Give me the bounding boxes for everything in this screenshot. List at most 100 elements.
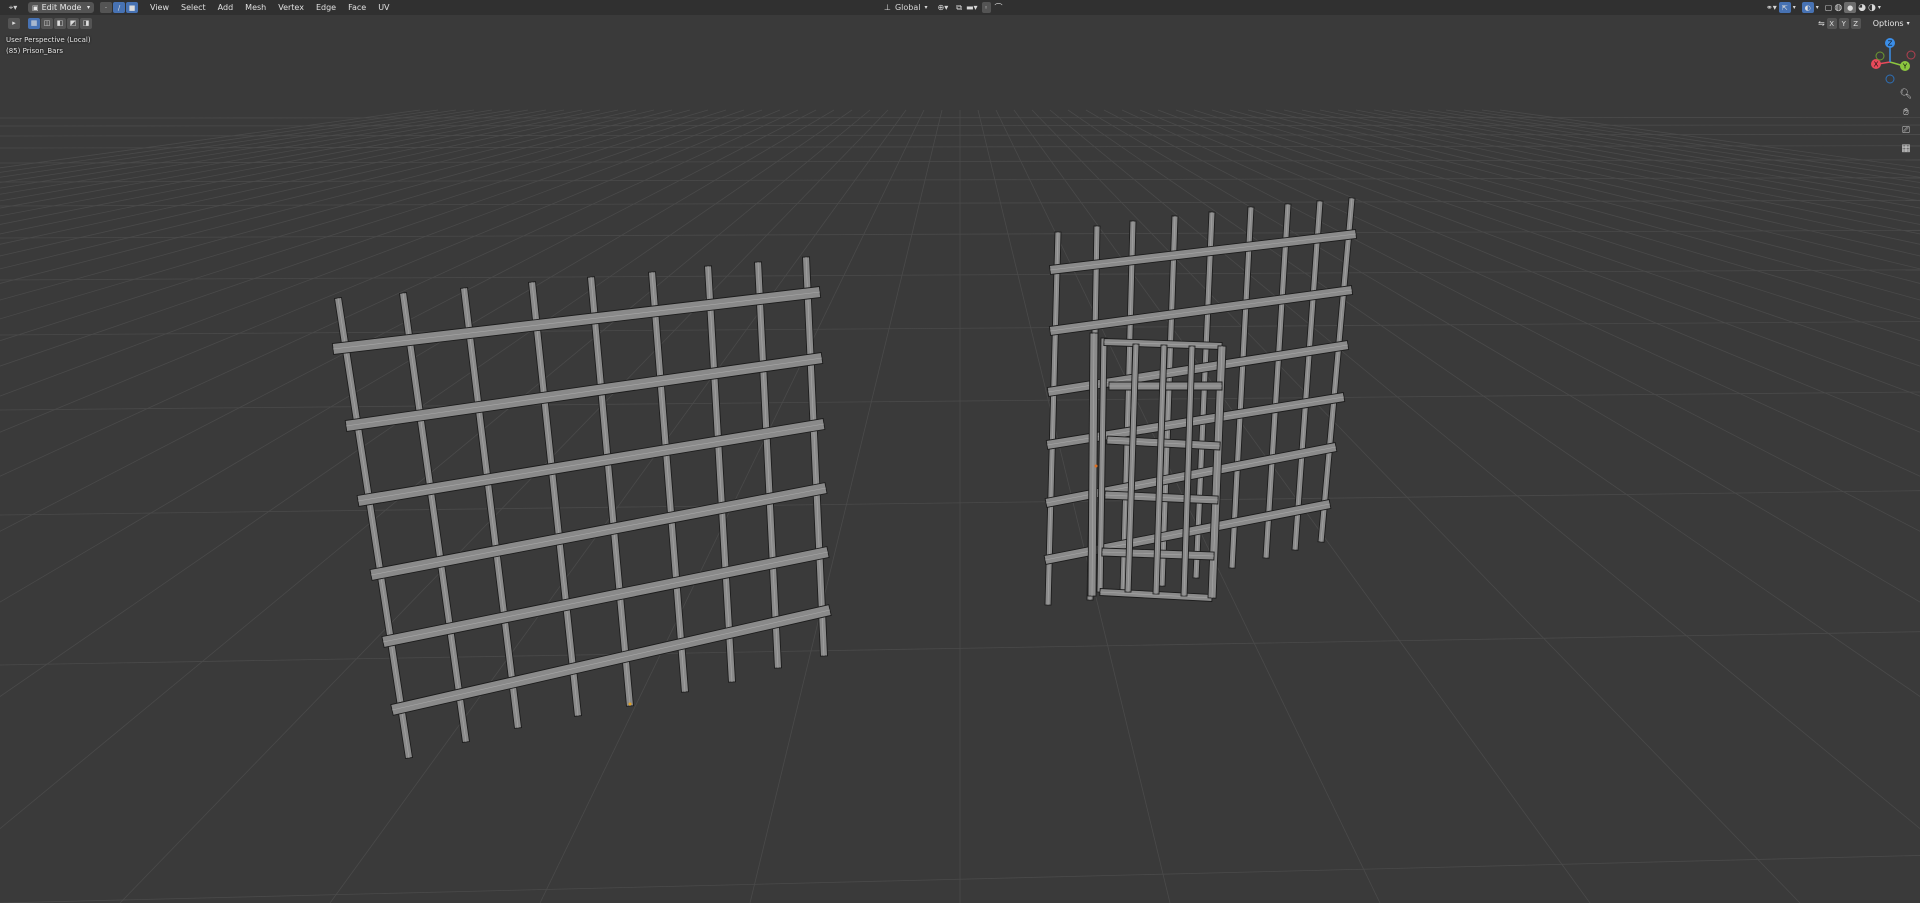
tool-select-icon[interactable]: ▸ [8,17,20,29]
snap-target-icon[interactable]: ▬▾ [966,3,978,12]
grid-line [0,109,601,235]
pivot-point-icon[interactable]: ⊕▾ [938,3,949,12]
pan-hand-icon[interactable]: ✋︎ [1898,104,1914,120]
viewport-scene[interactable] [0,0,1920,903]
selected-vertex [1094,464,1098,468]
menu-face[interactable]: Face [342,0,372,15]
options-label: Options [1872,19,1904,28]
gizmo-z-label: Z [1888,40,1893,48]
grid-line [977,109,1171,903]
grid-line [1391,109,1920,202]
mirror-z-toggle[interactable]: Z [1850,18,1861,29]
grid-line [1373,109,1920,209]
mode-dropdown[interactable]: ▣ Edit Mode ▾ [28,2,94,13]
gizmo-toggle-icon[interactable]: ⇱ [1778,2,1791,13]
gizmo-neg-x[interactable] [1906,50,1916,60]
grid-line [0,109,637,257]
grid-line [749,109,943,903]
options-dropdown[interactable]: Options ▾ [1869,18,1914,29]
mirror-x-toggle[interactable]: X [1826,18,1837,29]
select-subtract-icon[interactable]: ◧ [54,17,66,29]
grid-line [0,109,691,301]
gizmo-neg-z[interactable] [1885,74,1895,84]
select-extend-icon[interactable]: ◫ [41,17,53,29]
grid-line [0,109,457,178]
chevron-down-icon: ▾ [1792,4,1796,11]
viewport-3d-icon: ⌖▾ [8,2,18,12]
view-name-label: User Perspective (Local) [6,36,91,44]
left-vertical-bar-edge [590,276,631,707]
menu-edge[interactable]: Edge [310,0,342,15]
grid-line [0,109,493,189]
right-vertical-bar-edge [1231,206,1252,569]
grid-line [1355,109,1920,217]
falloff-icon[interactable]: ⌒ [995,2,1003,13]
grid-line [1337,109,1920,225]
select-invert-icon[interactable]: ◩ [67,17,79,29]
tool-header: ▸ ▦ ◫ ◧ ◩ ◨ ⇋ X Y Z Options ▾ [0,15,1920,31]
shading-solid-icon[interactable]: ● [1844,2,1857,13]
grid-line [0,109,547,209]
menu-view[interactable]: View [144,0,175,15]
floor-grid [0,109,1920,903]
right-vertical-bar-edge [1294,200,1321,551]
menu-select[interactable]: Select [175,0,212,15]
shading-rendered-icon[interactable]: ◑ [1868,3,1876,13]
editor-type-button[interactable]: ⌖▾ [4,2,22,13]
face-select-icon[interactable]: ■ [126,2,138,13]
grid-line [1049,109,1920,830]
grid-line [1103,109,1920,532]
grid-line [1319,109,1920,235]
transform-orientation-label[interactable]: Global [895,3,921,12]
grid-line [1481,109,1920,173]
zoom-icon[interactable]: 🔍︎ [1898,86,1914,102]
grid-line [1229,109,1920,301]
select-intersect-icon[interactable]: ◨ [80,17,92,29]
3d-viewport[interactable]: ⌖▾ ▣ Edit Mode ▾ · / ■ View Select Add M… [0,0,1920,903]
chevron-down-icon: ▾ [1815,4,1819,11]
vertex-select-icon[interactable]: · [100,2,112,13]
menu-uv[interactable]: UV [372,0,395,15]
grid-line [1031,109,1801,903]
grid-line [1265,109,1920,270]
grid-line [0,109,619,245]
grid-line [0,109,673,284]
right-vertical-bar-edge [1265,203,1289,559]
mode-label: Edit Mode [41,3,82,12]
menu-vertex[interactable]: Vertex [272,0,310,15]
proportional-edit-icon[interactable]: ◦ [981,2,991,13]
chevron-down-icon: ▾ [1877,4,1881,11]
gizmo-neg-y[interactable] [1875,51,1885,61]
menu-add[interactable]: Add [212,0,240,15]
grid-line [1409,109,1920,195]
mirror-y-toggle[interactable]: Y [1838,18,1849,29]
grid-line [1427,109,1920,189]
select-new-icon[interactable]: ▦ [28,17,40,29]
snap-icon[interactable]: ⧉ [956,3,962,13]
perspective-grid-icon[interactable]: ▦ [1898,140,1914,156]
grid-line [1283,109,1920,257]
shading-wireframe-icon[interactable]: ◍ [1834,3,1842,13]
left-vertical-bar-edge [707,265,733,683]
right-vertical-bar-edge [1047,231,1059,606]
edge-select-icon[interactable]: / [113,2,125,13]
camera-icon[interactable]: ⎚ [1898,122,1914,138]
grid-line [0,124,1920,127]
grid-line [0,109,529,202]
viewport-header: ⌖▾ ▣ Edit Mode ▾ · / ■ View Select Add M… [0,0,1920,15]
right-vertical-bar-edge [1320,197,1353,543]
left-vertical-bar-edge [463,287,519,729]
navigation-gizmo[interactable]: Z Y X [1864,36,1916,88]
left-vertical-bar-edge [805,256,825,657]
visibility-icon[interactable]: ⚭▾ [1766,3,1777,12]
grid-line [1301,109,1920,245]
grid-line [0,109,709,320]
menu-mesh[interactable]: Mesh [239,0,272,15]
left-vertical-bar-edge [402,292,467,743]
grid-line [0,109,565,217]
grid-line [0,109,727,342]
gizmo-x-label: X [1874,61,1879,69]
overlays-toggle-icon[interactable]: ◐ [1801,2,1814,13]
xray-toggle-icon[interactable]: ▢ [1825,3,1833,12]
shading-material-icon[interactable]: ◕ [1858,3,1866,13]
